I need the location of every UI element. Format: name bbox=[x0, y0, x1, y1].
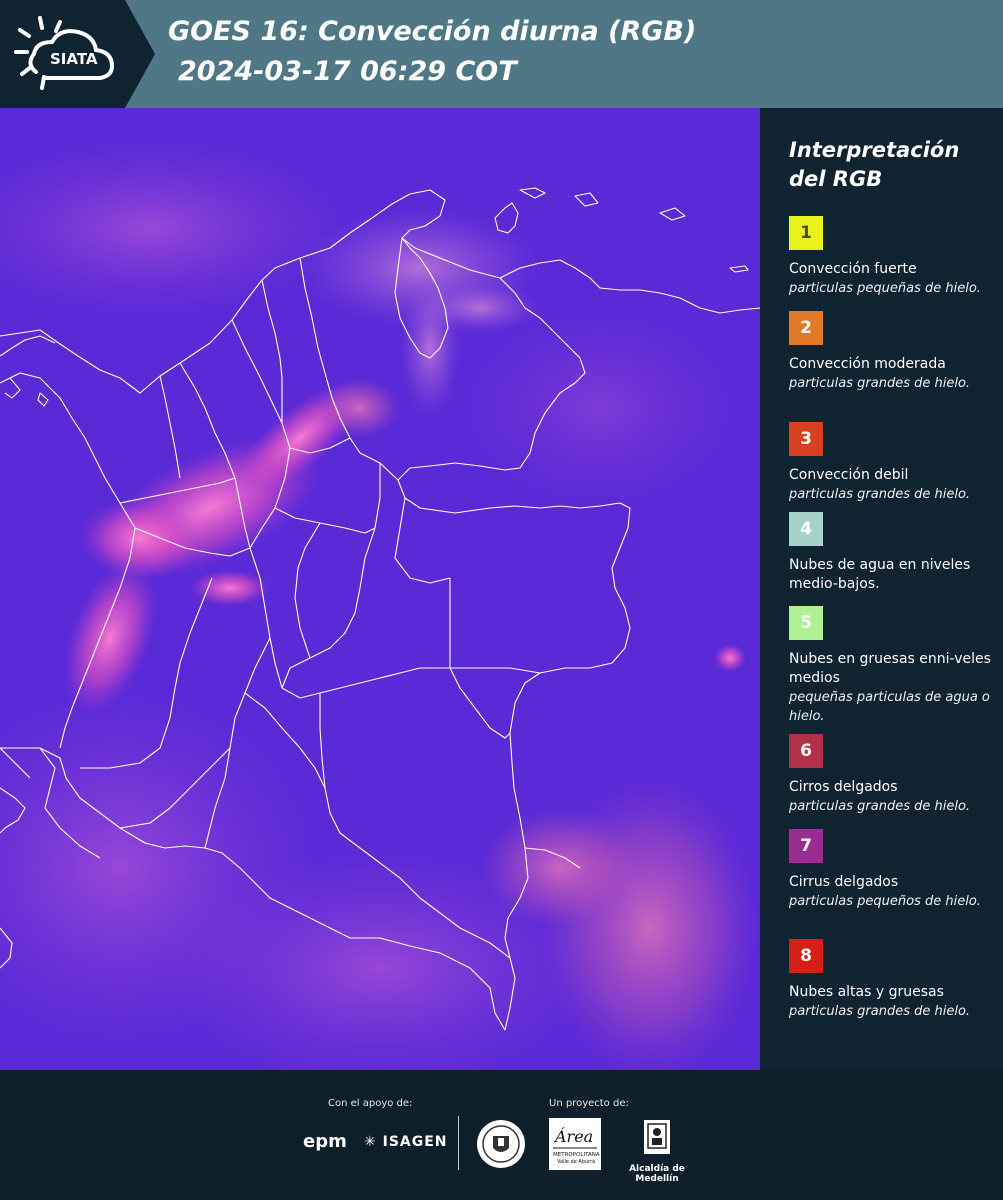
legend-item-5: 5 Nubes en gruesas enni-veles medios peq… bbox=[789, 606, 994, 726]
medellin-shield-icon bbox=[644, 1120, 670, 1154]
legend-item-description: pequeñas particulas de agua o hielo. bbox=[789, 690, 990, 724]
svg-text:Área: Área bbox=[553, 1126, 593, 1146]
legend-swatch: 4 bbox=[789, 512, 823, 546]
legend-swatch: 7 bbox=[789, 829, 823, 863]
svg-text:SIATA: SIATA bbox=[50, 50, 98, 68]
legend-item-title: Nubes de agua en niveles medio-bajos. bbox=[789, 557, 971, 592]
legend-swatch: 6 bbox=[789, 734, 823, 768]
legend-item-title: Cirros delgados bbox=[789, 779, 898, 795]
legend-item-title: Convección fuerte bbox=[789, 261, 917, 277]
header-bar: SIATA GOES 16: Convección diurna (RGB) 2… bbox=[0, 0, 1003, 108]
legend-item-title: Nubes altas y gruesas bbox=[789, 984, 944, 1000]
legend-item-title: Cirrus delgados bbox=[789, 874, 899, 890]
legend-item-3: 3 Convección debil particulas grandes de… bbox=[789, 422, 994, 504]
legend-item-6: 6 Cirros delgados particulas grandes de … bbox=[789, 734, 994, 816]
svg-text:Valle de Aburrá: Valle de Aburrá bbox=[557, 1158, 595, 1165]
area-metropolitana-logo: Área METROPOLITANA Valle de Aburrá bbox=[549, 1118, 601, 1174]
legend-swatch: 3 bbox=[789, 422, 823, 456]
legend-item-2: 2 Convección moderada particulas grandes… bbox=[789, 311, 994, 393]
university-seal-icon bbox=[477, 1120, 525, 1168]
legend-swatch: 8 bbox=[789, 939, 823, 973]
epm-logo: epm bbox=[303, 1131, 347, 1152]
isagen-logo: ✳ ISAGEN bbox=[364, 1134, 448, 1150]
legend-item-7: 7 Cirrus delgados particulas pequeños de… bbox=[789, 829, 994, 911]
timestamp: 2024-03-17 06:29 COT bbox=[178, 56, 517, 87]
siata-logo-icon: SIATA bbox=[14, 16, 115, 90]
legend-title: Interpretación del RGB bbox=[789, 138, 960, 191]
footer-divider bbox=[458, 1116, 459, 1170]
project-label: Un proyecto de: bbox=[549, 1098, 629, 1109]
legend-item-8: 8 Nubes altas y gruesas particulas grand… bbox=[789, 939, 994, 1021]
legend-item-description: particulas grandes de hielo. bbox=[789, 487, 971, 502]
footer: Con el apoyo de: epm ✳ ISAGEN Un proyect… bbox=[0, 1070, 1003, 1200]
legend-item-title: Convección moderada bbox=[789, 356, 946, 372]
alcaldia-medellin-logo: Alcaldía de Medellín bbox=[612, 1118, 702, 1184]
legend-panel: Interpretación del RGB 1 Convección fuer… bbox=[760, 108, 1003, 1070]
isagen-mark-icon: ✳ bbox=[364, 1134, 377, 1150]
legend-item-description: particulas grandes de hielo. bbox=[789, 1004, 971, 1019]
support-label: Con el apoyo de: bbox=[328, 1098, 413, 1109]
legend-swatch: 2 bbox=[789, 311, 823, 345]
legend-item-title: Nubes en gruesas enni-veles medios bbox=[789, 651, 991, 686]
page-title: GOES 16: Convección diurna (RGB) bbox=[168, 16, 697, 47]
legend-item-description: particulas grandes de hielo. bbox=[789, 799, 971, 814]
legend-item-title: Convección debil bbox=[789, 467, 909, 483]
legend-swatch: 5 bbox=[789, 606, 823, 640]
legend-item-1: 1 Convección fuerte particulas pequeñas … bbox=[789, 216, 994, 298]
legend-item-description: particulas pequeñas de hielo. bbox=[789, 281, 981, 296]
siata-logo-block: SIATA bbox=[0, 0, 155, 108]
svg-text:METROPOLITANA: METROPOLITANA bbox=[553, 1152, 600, 1158]
satellite-map bbox=[0, 108, 762, 1070]
legend-item-description: particulas grandes de hielo. bbox=[789, 376, 971, 391]
legend-item-description: particulas pequeños de hielo. bbox=[789, 894, 981, 909]
legend-item-4: 4 Nubes de agua en niveles medio-bajos. bbox=[789, 512, 994, 594]
legend-swatch: 1 bbox=[789, 216, 823, 250]
